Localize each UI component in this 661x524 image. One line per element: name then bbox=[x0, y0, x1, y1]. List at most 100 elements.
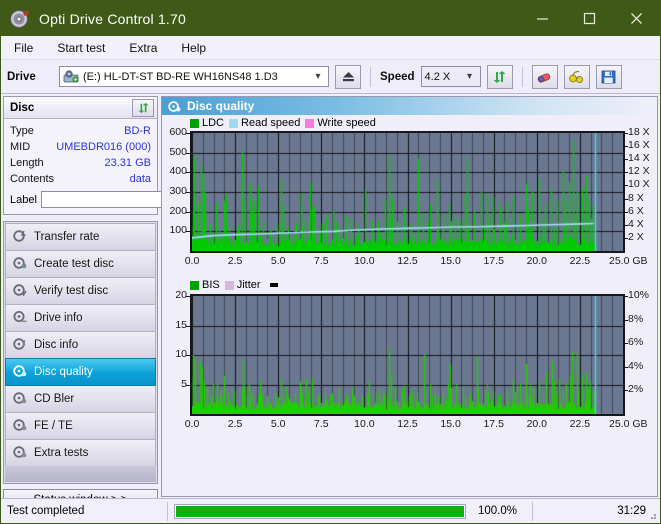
axis-tick-label-right: 6 X bbox=[628, 205, 644, 217]
speed-select[interactable]: 4.2 X ▾ bbox=[421, 66, 481, 87]
menu-item-extra[interactable]: Extra bbox=[126, 39, 160, 57]
disc-panel-header: Disc bbox=[4, 97, 157, 119]
save-button[interactable] bbox=[596, 65, 622, 89]
legend-swatch-ldc bbox=[190, 119, 199, 128]
disc-refresh-button[interactable] bbox=[132, 99, 154, 117]
resize-grip[interactable] bbox=[646, 509, 658, 521]
sidebar-item-cd-bler[interactable]: CD Bler bbox=[5, 385, 156, 413]
main-panel-header: Disc quality bbox=[162, 97, 657, 115]
cd-bler-icon bbox=[13, 391, 27, 408]
axis-tick-label-right: 4% bbox=[628, 360, 643, 372]
menu-item-help[interactable]: Help bbox=[178, 39, 209, 57]
menu-bar: File Start test Extra Help bbox=[1, 36, 660, 60]
axis-tick-label-x: 10.0 bbox=[352, 418, 376, 430]
axis-tick bbox=[624, 146, 628, 147]
legend-label-read-speed: Read speed bbox=[241, 117, 300, 129]
extra-tests-icon bbox=[13, 445, 27, 462]
disc-info-icon bbox=[13, 337, 27, 354]
legend-swatch-jitter bbox=[225, 281, 234, 290]
refresh-button[interactable] bbox=[487, 65, 513, 89]
legend-ldc: LDC bbox=[190, 117, 224, 129]
axis-tick bbox=[186, 385, 190, 386]
disc-value-length: 23.31 GB bbox=[105, 157, 151, 169]
sidebar-label: Disc quality bbox=[34, 366, 93, 378]
sidebar-item-disc-quality[interactable]: Disc quality bbox=[5, 358, 156, 386]
menu-item-start-test[interactable]: Start test bbox=[54, 39, 108, 57]
axis-tick-label-right: 6% bbox=[628, 336, 643, 348]
sidebar-item-transfer-rate[interactable]: Transfer rate bbox=[5, 223, 156, 251]
chevron-down-icon[interactable]: ▾ bbox=[462, 71, 478, 82]
axis-tick-label-right: 14 X bbox=[628, 152, 650, 164]
speed-label: Speed bbox=[380, 71, 415, 83]
elapsed-time: 31:29 bbox=[533, 499, 660, 524]
legend-bis: BIS bbox=[190, 279, 220, 291]
legend-jitter: Jitter bbox=[225, 279, 261, 291]
minimize-button[interactable] bbox=[519, 1, 566, 36]
axis-tick bbox=[624, 185, 628, 186]
eject-button[interactable] bbox=[335, 65, 361, 89]
axis-tick-label-right: 4 X bbox=[628, 218, 644, 230]
axis-tick bbox=[624, 367, 628, 368]
sidebar-item-verify-test-disc[interactable]: Verify test disc bbox=[5, 277, 156, 305]
axis-tick-label-x: 22.5 bbox=[568, 255, 592, 267]
axis-tick-label-x: 20.0 bbox=[525, 255, 549, 267]
sidebar-label: Disc info bbox=[34, 339, 78, 351]
toolbar-divider bbox=[370, 67, 371, 87]
axis-tick-label-x: 22.5 bbox=[568, 418, 592, 430]
maximize-button[interactable] bbox=[566, 1, 613, 36]
axis-tick-label-x: 15.0 bbox=[439, 255, 463, 267]
legend-swatch-bis bbox=[190, 281, 199, 290]
disc-panel-title: Disc bbox=[10, 102, 34, 114]
legend-marker-black bbox=[270, 283, 278, 287]
axis-tick-label: 100 bbox=[161, 224, 187, 236]
sidebar-item-create-test-disc[interactable]: Create test disc bbox=[5, 250, 156, 278]
axis-tick-label-x: 15.0 bbox=[439, 418, 463, 430]
axis-tick-label-x: 0.0 bbox=[180, 255, 204, 267]
axis-tick-label-x: 2.5 bbox=[223, 255, 247, 267]
sidebar-label: Drive info bbox=[34, 312, 83, 324]
glasses-button[interactable] bbox=[564, 65, 590, 89]
axis-tick-label-right: 10 X bbox=[628, 178, 650, 190]
bis-plot-area[interactable] bbox=[190, 294, 625, 416]
axis-tick bbox=[186, 326, 190, 327]
content-area: Disc Type BD-R MID UMEB bbox=[1, 96, 660, 497]
legend-write-speed: Write speed bbox=[305, 117, 376, 129]
axis-tick-label: 20 bbox=[161, 289, 187, 301]
axis-tick-label-x: 7.5 bbox=[309, 255, 333, 267]
sidebar-item-drive-info[interactable]: Drive info bbox=[5, 304, 156, 332]
axis-tick bbox=[624, 320, 628, 321]
axis-tick-label: 10 bbox=[161, 348, 187, 360]
status-bar: Test completed 100.0% 31:29 bbox=[1, 498, 660, 523]
axis-tick-label: 600 bbox=[161, 126, 187, 138]
toolbar-divider-2 bbox=[522, 67, 523, 87]
nav-list: Transfer rate Create test disc Verify te… bbox=[3, 221, 158, 484]
sidebar-item-extra-tests[interactable]: Extra tests bbox=[5, 439, 156, 467]
axis-tick bbox=[624, 172, 628, 173]
menu-item-file[interactable]: File bbox=[11, 39, 36, 57]
legend-label-bis: BIS bbox=[202, 279, 220, 291]
sidebar-item-disc-info[interactable]: Disc info bbox=[5, 331, 156, 359]
disc-label-key: Label bbox=[10, 194, 37, 206]
disc-row-type: Type BD-R bbox=[10, 123, 151, 139]
transfer-icon bbox=[13, 229, 27, 246]
axis-tick-label-right: 2 X bbox=[628, 231, 644, 243]
erase-button[interactable] bbox=[532, 65, 558, 89]
chevron-down-icon[interactable]: ▾ bbox=[310, 71, 326, 82]
sidebar-label: CD Bler bbox=[34, 393, 74, 405]
axis-tick-label-x: 25.0 GB bbox=[609, 255, 653, 267]
drive-select[interactable]: (E:) HL-DT-ST BD-RE WH16NS48 1.D3 ▾ bbox=[59, 66, 329, 87]
ldc-plot-area[interactable] bbox=[190, 131, 625, 253]
close-button[interactable] bbox=[613, 1, 660, 36]
axis-tick bbox=[186, 231, 190, 232]
axis-tick-label-x: 17.5 bbox=[482, 418, 506, 430]
axis-tick bbox=[624, 238, 628, 239]
axis-tick bbox=[624, 133, 628, 134]
progress-percent: 100.0% bbox=[472, 499, 532, 524]
legend-read-speed: Read speed bbox=[229, 117, 300, 129]
drive-value: (E:) HL-DT-ST BD-RE WH16NS48 1.D3 bbox=[83, 71, 278, 83]
disc-row-mid: MID UMEBDR016 (000) bbox=[10, 139, 151, 155]
sidebar-item-fe-te[interactable]: FE / TE bbox=[5, 412, 156, 440]
disc-key-type: Type bbox=[10, 125, 34, 137]
create-disc-icon bbox=[13, 256, 27, 273]
axis-tick-label-right: 18 X bbox=[628, 126, 650, 138]
